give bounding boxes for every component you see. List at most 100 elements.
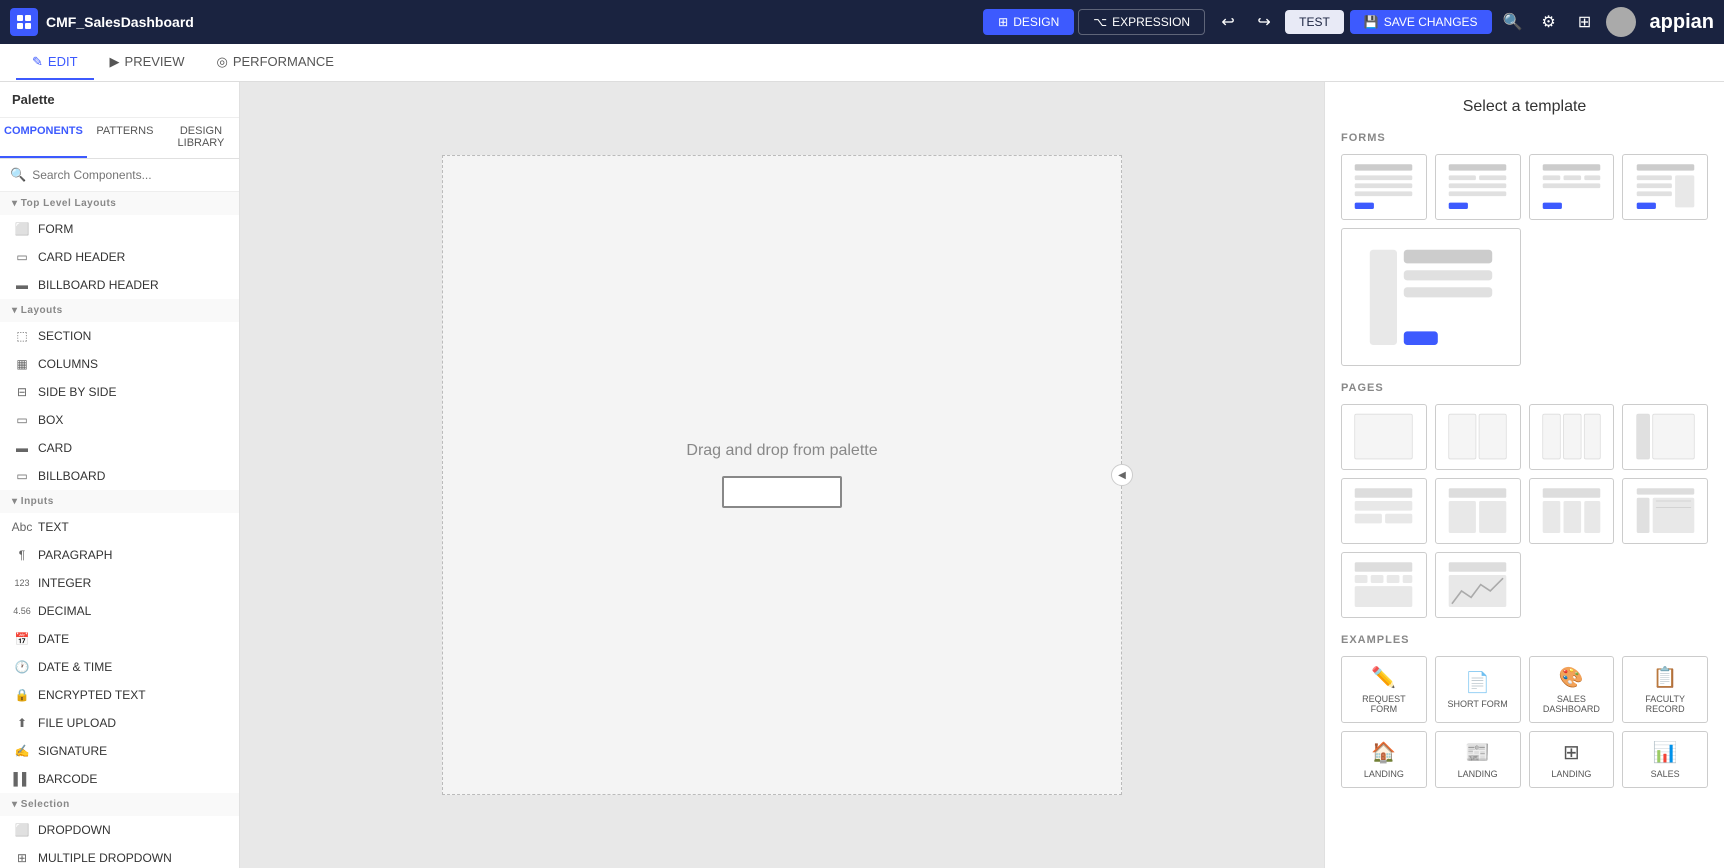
example-landing-3[interactable]: ⊞ LANDING	[1529, 731, 1615, 788]
date-icon: 📅	[14, 631, 30, 647]
redo-button[interactable]: ↪	[1249, 7, 1279, 37]
edit-icon: ✎	[32, 54, 43, 70]
search-button[interactable]: 🔍	[1498, 7, 1528, 37]
section-layouts: ▾ Layouts	[0, 299, 239, 322]
page-template-1[interactable]	[1341, 404, 1427, 470]
form-template-4[interactable]	[1622, 154, 1708, 220]
apps-button[interactable]: ⊞	[1570, 7, 1600, 37]
item-card[interactable]: ▬ CARD	[0, 434, 239, 462]
page-template-4[interactable]	[1622, 404, 1708, 470]
request-form-label: REQUEST FORM	[1350, 694, 1418, 714]
item-billboard[interactable]: ▭ BILLBOARD	[0, 462, 239, 490]
canvas-area: Drag and drop from palette ◀	[240, 82, 1324, 868]
page-template-10[interactable]	[1435, 552, 1521, 618]
item-multiple-dropdown[interactable]: ⊞ MULTIPLE DROPDOWN	[0, 844, 239, 868]
example-faculty-record[interactable]: 📋 FACULTY RECORD	[1622, 656, 1708, 723]
palette-header: Palette	[0, 82, 239, 118]
item-card-header[interactable]: ▭ CARD HEADER	[0, 243, 239, 271]
page-template-6[interactable]	[1435, 478, 1521, 544]
request-form-icon: ✏️	[1371, 665, 1396, 690]
side-by-side-icon: ⊟	[14, 384, 30, 400]
date-time-icon: 🕐	[14, 659, 30, 675]
item-encrypted-text[interactable]: 🔒 ENCRYPTED TEXT	[0, 681, 239, 709]
page-template-9[interactable]	[1341, 552, 1427, 618]
app-title: CMF_SalesDashboard	[46, 14, 194, 30]
landing1-icon: 🏠	[1371, 740, 1396, 765]
dropdown-icon: ⬜	[14, 822, 30, 838]
example-sales-dashboard[interactable]: 🎨 SALES DASHBOARD	[1529, 656, 1615, 723]
item-billboard-header[interactable]: ▬ BILLBOARD HEADER	[0, 271, 239, 299]
form-template-3[interactable]	[1529, 154, 1615, 220]
item-form[interactable]: ⬜ FORM	[0, 215, 239, 243]
pages-label: PAGES	[1341, 382, 1708, 394]
canvas[interactable]: Drag and drop from palette ◀	[442, 155, 1122, 795]
encrypted-text-icon: 🔒	[14, 687, 30, 703]
expression-icon: ⌥	[1093, 15, 1107, 29]
collapse-sidebar-btn[interactable]: ◀	[1111, 464, 1133, 486]
integer-icon: 123	[14, 575, 30, 591]
topbar: CMF_SalesDashboard ⊞ DESIGN ⌥ EXPRESSION…	[0, 0, 1724, 44]
tab-design-library[interactable]: DESIGN LIBRARY	[163, 118, 239, 158]
example-sales[interactable]: 📊 SALES	[1622, 731, 1708, 788]
tab-performance[interactable]: ◎ PERFORMANCE	[201, 46, 350, 80]
settings-button[interactable]: ⚙	[1534, 7, 1564, 37]
form-template-1[interactable]	[1341, 154, 1427, 220]
item-paragraph[interactable]: ¶ PARAGRAPH	[0, 541, 239, 569]
item-date[interactable]: 📅 DATE	[0, 625, 239, 653]
test-button[interactable]: TEST	[1285, 10, 1344, 34]
paragraph-icon: ¶	[14, 547, 30, 563]
page-template-2[interactable]	[1435, 404, 1521, 470]
item-box[interactable]: ▭ BOX	[0, 406, 239, 434]
drag-placeholder	[722, 476, 842, 508]
form-template-2[interactable]	[1435, 154, 1521, 220]
item-integer[interactable]: 123 INTEGER	[0, 569, 239, 597]
item-file-upload[interactable]: ⬆ FILE UPLOAD	[0, 709, 239, 737]
save-button[interactable]: 💾 SAVE CHANGES	[1350, 10, 1492, 34]
example-landing-1[interactable]: 🏠 LANDING	[1341, 731, 1427, 788]
item-side-by-side[interactable]: ⊟ SIDE BY SIDE	[0, 378, 239, 406]
expression-tab[interactable]: ⌥ EXPRESSION	[1078, 9, 1205, 35]
page-template-3[interactable]	[1529, 404, 1615, 470]
landing1-label: LANDING	[1364, 769, 1404, 779]
design-tab[interactable]: ⊞ DESIGN	[983, 9, 1074, 35]
subtabs-bar: ✎ EDIT ▶ PREVIEW ◎ PERFORMANCE	[0, 44, 1724, 82]
landing2-icon: 📰	[1465, 740, 1490, 765]
app-logo-icon	[10, 8, 38, 36]
section-top-level: ▾ Top Level Layouts	[0, 192, 239, 215]
card-icon: ▬	[14, 440, 30, 456]
template-panel: Select a template FORMS PAGES	[1324, 82, 1724, 868]
main-layout: Palette COMPONENTS PATTERNS DESIGN LIBRA…	[0, 82, 1724, 868]
example-landing-2[interactable]: 📰 LANDING	[1435, 731, 1521, 788]
item-barcode[interactable]: ▌▌ BARCODE	[0, 765, 239, 793]
example-short-form[interactable]: 📄 SHORT FORM	[1435, 656, 1521, 723]
landing2-label: LANDING	[1458, 769, 1498, 779]
sales-label: SALES	[1651, 769, 1680, 779]
item-columns[interactable]: ▦ COLUMNS	[0, 350, 239, 378]
tab-edit[interactable]: ✎ EDIT	[16, 46, 94, 80]
drag-hint: Drag and drop from palette	[686, 442, 877, 460]
tab-patterns[interactable]: PATTERNS	[87, 118, 163, 158]
tab-preview[interactable]: ▶ PREVIEW	[94, 46, 201, 80]
example-request-form[interactable]: ✏️ REQUEST FORM	[1341, 656, 1427, 723]
item-signature[interactable]: ✍ SIGNATURE	[0, 737, 239, 765]
item-dropdown[interactable]: ⬜ DROPDOWN	[0, 816, 239, 844]
sales-icon: 📊	[1653, 740, 1678, 765]
user-avatar[interactable]	[1606, 7, 1636, 37]
page-template-5[interactable]	[1341, 478, 1427, 544]
form-template-5[interactable]	[1341, 228, 1521, 366]
item-decimal[interactable]: 4.56 DECIMAL	[0, 597, 239, 625]
item-text[interactable]: Abc TEXT	[0, 513, 239, 541]
file-upload-icon: ⬆	[14, 715, 30, 731]
tab-components[interactable]: COMPONENTS	[0, 118, 87, 158]
multiple-dropdown-icon: ⊞	[14, 850, 30, 866]
search-input[interactable]	[32, 168, 229, 182]
card-header-icon: ▭	[14, 249, 30, 265]
short-form-label: SHORT FORM	[1448, 699, 1508, 709]
item-date-time[interactable]: 🕐 DATE & TIME	[0, 653, 239, 681]
page-template-7[interactable]	[1529, 478, 1615, 544]
item-section[interactable]: ⬚ SECTION	[0, 322, 239, 350]
topbar-actions: ↩ ↪ TEST 💾 SAVE CHANGES 🔍 ⚙ ⊞ appian	[1213, 7, 1714, 37]
page-template-8[interactable]	[1622, 478, 1708, 544]
search-box: 🔍	[0, 159, 239, 192]
undo-button[interactable]: ↩	[1213, 7, 1243, 37]
